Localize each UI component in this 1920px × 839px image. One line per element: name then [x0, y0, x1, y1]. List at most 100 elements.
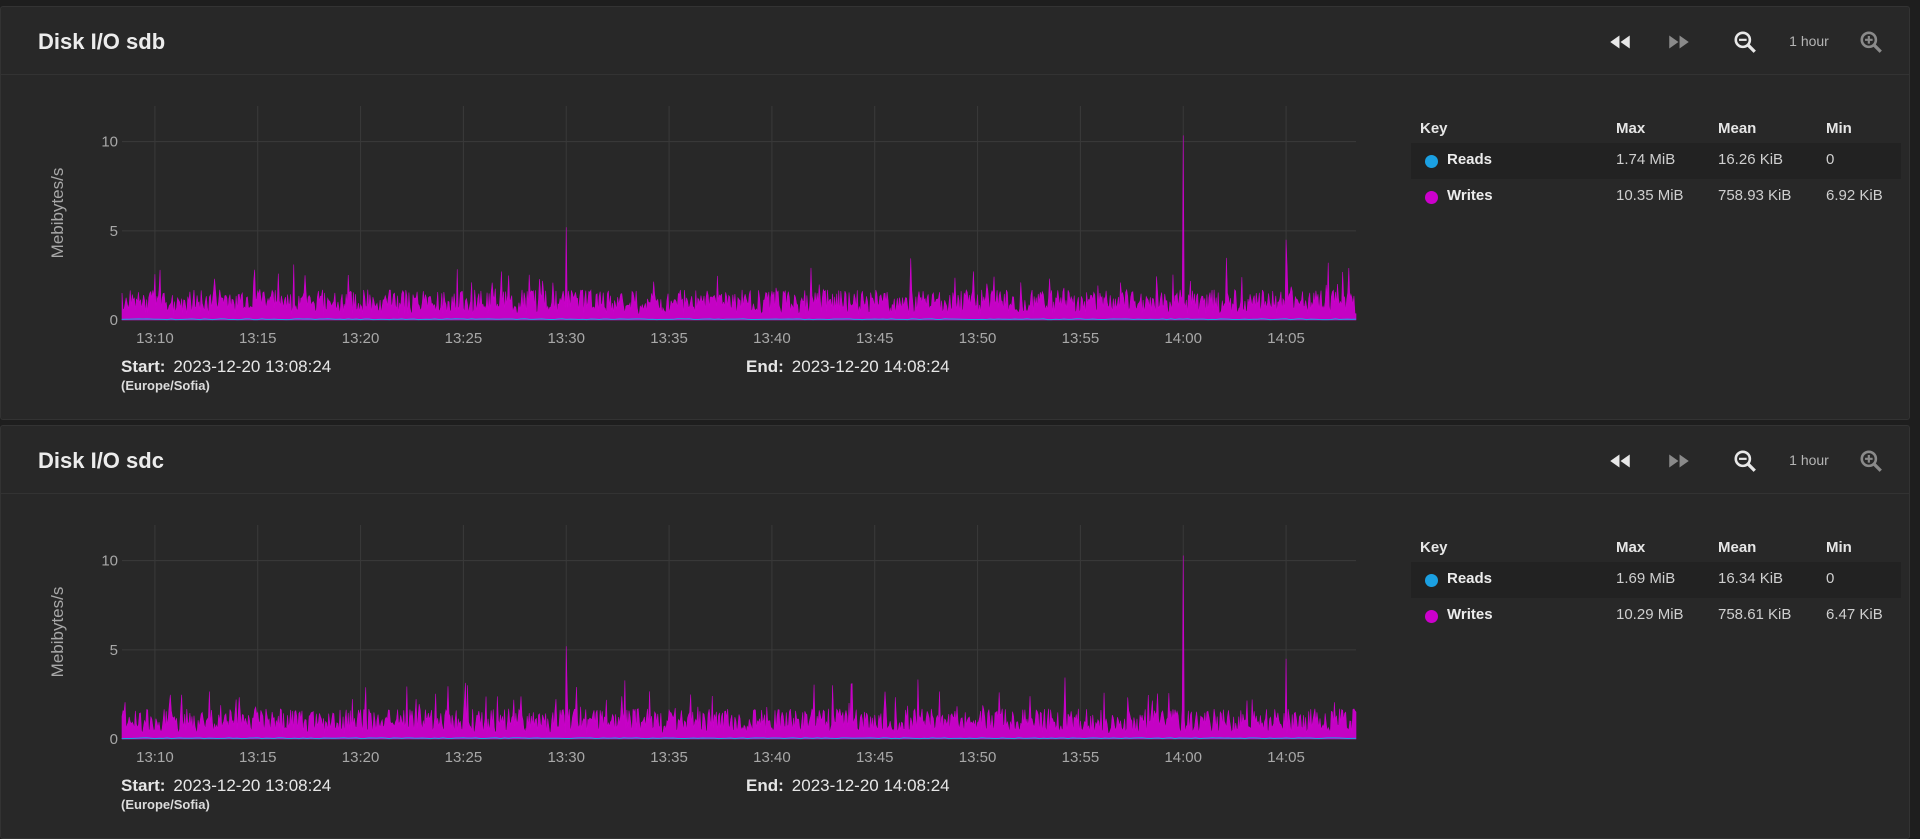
start-value: 2023-12-20 13:08:24 — [173, 776, 332, 795]
x-tick-label: 13:25 — [445, 749, 483, 765]
legend-header-max: Max — [1616, 539, 1646, 556]
rewind-icon — [1610, 454, 1630, 468]
y-axis-label: Mebibytes/s — [48, 587, 67, 678]
y-tick-label: 10 — [101, 553, 118, 570]
end-value: 2023-12-20 14:08:24 — [791, 776, 950, 795]
legend-mean: 758.61 KiB — [1718, 606, 1792, 623]
legend-header-min: Min — [1826, 120, 1852, 137]
start-time: Start: 2023-12-20 13:08:24 — [121, 357, 331, 377]
x-tick-label: 14:00 — [1164, 749, 1202, 765]
zoom-in-button[interactable] — [1856, 27, 1886, 57]
writes-color-dot — [1425, 191, 1438, 204]
zoom-out-button[interactable] — [1730, 27, 1760, 57]
end-label: End: — [746, 776, 784, 795]
x-tick-label: 13:30 — [547, 330, 585, 346]
fast-forward-icon — [1669, 454, 1689, 468]
zoom-in-button[interactable] — [1856, 446, 1886, 476]
end-value: 2023-12-20 14:08:24 — [791, 357, 950, 376]
x-tick-label: 13:40 — [753, 749, 791, 765]
zoom-in-icon — [1860, 31, 1882, 53]
rewind-button[interactable] — [1605, 446, 1635, 476]
legend-min: 6.47 KiB — [1826, 606, 1883, 623]
reads-color-dot — [1425, 155, 1438, 168]
start-label: Start: — [121, 776, 166, 795]
end-time: End: 2023-12-20 14:08:24 — [746, 776, 950, 796]
y-tick-label: 5 — [110, 223, 118, 240]
legend-max: 1.74 MiB — [1616, 151, 1676, 168]
legend-header-max: Max — [1616, 120, 1646, 137]
legend-row-reads[interactable]: Reads 1.74 MiB 16.26 KiB 0 — [1411, 143, 1901, 179]
start-value: 2023-12-20 13:08:24 — [173, 357, 332, 376]
panel-header: Disk I/O sdb 1 hour — [1, 7, 1909, 75]
legend-row-writes[interactable]: Writes 10.35 MiB 758.93 KiB 6.92 KiB — [1411, 179, 1901, 215]
legend-row-reads[interactable]: Reads 1.69 MiB 16.34 KiB 0 — [1411, 562, 1901, 598]
reads-color-dot — [1425, 574, 1438, 587]
zoom-level-label: 1 hour — [1789, 452, 1829, 468]
y-tick-label: 0 — [110, 312, 118, 329]
panel-header: Disk I/O sdc 1 hour — [1, 426, 1909, 494]
x-tick-label: 13:50 — [959, 749, 997, 765]
zoom-level-label: 1 hour — [1789, 33, 1829, 49]
legend-header: Key Max Mean Min — [1411, 536, 1901, 562]
y-tick-label: 10 — [101, 134, 118, 151]
panel-title: Disk I/O sdb — [38, 29, 166, 54]
start-time: Start: 2023-12-20 13:08:24 — [121, 776, 331, 796]
legend-header-mean: Mean — [1718, 120, 1757, 137]
legend-header-mean: Mean — [1718, 539, 1757, 556]
x-tick-label: 13:20 — [342, 330, 380, 346]
panel-title: Disk I/O sdc — [38, 448, 164, 473]
x-tick-label: 13:45 — [856, 749, 894, 765]
x-tick-label: 13:10 — [136, 749, 174, 765]
x-tick-label: 13:30 — [547, 749, 585, 765]
timezone-label: (Europe/Sofia) — [121, 797, 210, 812]
chart-legend: Key Max Mean Min Reads 1.74 MiB 16.26 Ki… — [1411, 117, 1901, 215]
zoom-out-icon — [1734, 31, 1756, 53]
legend-key: Writes — [1447, 606, 1493, 623]
x-tick-label: 13:20 — [342, 749, 380, 765]
legend-max: 10.29 MiB — [1616, 606, 1684, 623]
x-tick-label: 13:10 — [136, 330, 174, 346]
rewind-button[interactable] — [1605, 27, 1635, 57]
x-tick-label: 13:55 — [1062, 749, 1100, 765]
x-tick-label: 13:50 — [959, 330, 997, 346]
legend-max: 1.69 MiB — [1616, 570, 1676, 587]
disk-io-sdc-panel: Disk I/O sdc 1 hour 13:10 13:15 13:20 13:25… — [0, 425, 1910, 839]
x-tick-label: 13:45 — [856, 330, 894, 346]
x-tick-label: 13:55 — [1062, 330, 1100, 346]
disk-io-sdb-panel: Disk I/O sdb 1 hour 13:10 13:15 13:20 13:25… — [0, 6, 1910, 420]
legend-header-key: Key — [1420, 120, 1448, 137]
timezone-label: (Europe/Sofia) — [121, 378, 210, 393]
zoom-in-icon — [1860, 450, 1882, 472]
end-time: End: 2023-12-20 14:08:24 — [746, 357, 950, 377]
legend-key: Reads — [1447, 570, 1493, 587]
zoom-out-icon — [1734, 450, 1756, 472]
start-label: Start: — [121, 357, 166, 376]
zoom-out-button[interactable] — [1730, 446, 1760, 476]
x-tick-label: 13:15 — [239, 330, 277, 346]
rewind-icon — [1610, 35, 1630, 49]
x-tick-label: 14:00 — [1164, 330, 1202, 346]
x-tick-label: 14:05 — [1267, 749, 1305, 765]
end-label: End: — [746, 357, 784, 376]
legend-header-min: Min — [1826, 539, 1852, 556]
legend-mean: 758.93 KiB — [1718, 187, 1792, 204]
fast-forward-button[interactable] — [1664, 446, 1694, 476]
legend-key: Reads — [1447, 151, 1493, 168]
legend-min: 0 — [1826, 570, 1835, 587]
y-tick-label: 0 — [110, 731, 118, 748]
legend-min: 6.92 KiB — [1826, 187, 1883, 204]
fast-forward-icon — [1669, 35, 1689, 49]
legend-mean: 16.26 KiB — [1718, 151, 1784, 168]
legend-min: 0 — [1826, 151, 1835, 168]
legend-row-writes[interactable]: Writes 10.29 MiB 758.61 KiB 6.47 KiB — [1411, 598, 1901, 634]
x-tick-label: 13:40 — [753, 330, 791, 346]
y-axis-label: Mebibytes/s — [48, 168, 67, 259]
writes-series-area — [121, 135, 1357, 321]
legend-max: 10.35 MiB — [1616, 187, 1684, 204]
legend-header-key: Key — [1420, 539, 1448, 556]
disk-io-chart[interactable]: 13:10 13:15 13:20 13:25 13:30 13:35 13:40 13:45… — [1, 495, 1401, 765]
disk-io-chart[interactable]: 13:10 13:15 13:20 13:25 13:30 13:35 13:40 13:45… — [1, 76, 1401, 346]
writes-color-dot — [1425, 610, 1438, 623]
fast-forward-button[interactable] — [1664, 27, 1694, 57]
x-tick-label: 13:15 — [239, 749, 277, 765]
